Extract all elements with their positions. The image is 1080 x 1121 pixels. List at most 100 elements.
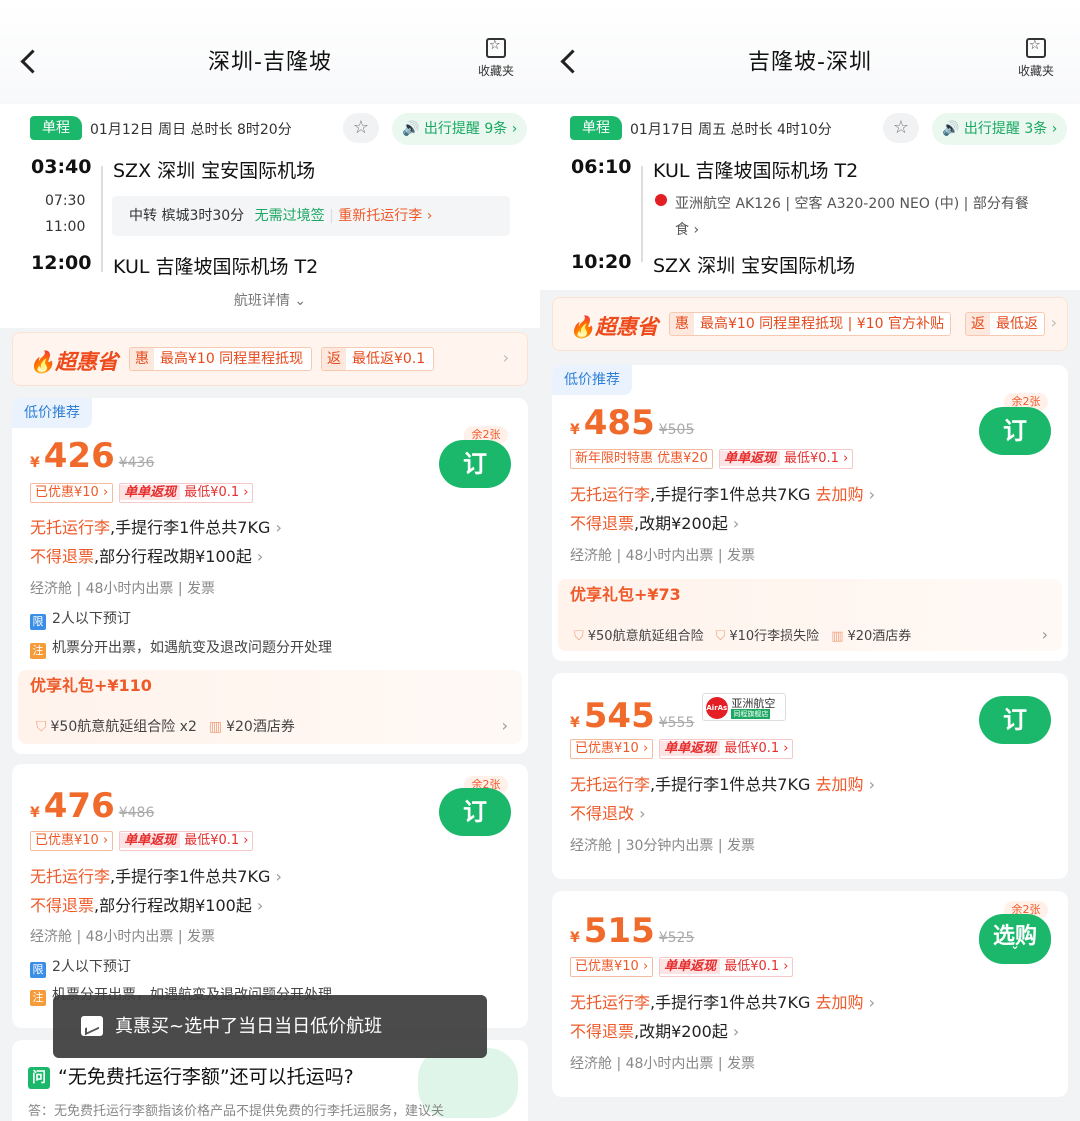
- page-header: 吉隆坡-深圳 收藏夹: [540, 0, 1080, 110]
- baggage-info[interactable]: 无托运行李,手提行李1件总共7KG 去加购 ›: [570, 481, 875, 505]
- fare-card-485[interactable]: 低价推荐 ¥485 ¥505 余2张 订 新年限时特惠 优惠¥20 单单返现 最低¥0…: [552, 365, 1068, 661]
- toast-text: 真惠买~选中了当日当日低价航班: [115, 1016, 383, 1037]
- book-button[interactable]: 订: [439, 788, 511, 836]
- baggage-info[interactable]: 无托运行李,手提行李1件总共7KG ›: [30, 514, 282, 538]
- fare-price: ¥515 ¥525: [570, 911, 695, 951]
- book-button[interactable]: 订: [979, 696, 1051, 744]
- shield-icon: ⛉: [36, 719, 47, 735]
- bookmark-icon: [486, 38, 506, 58]
- transfer-depart-time: 11:00: [45, 219, 86, 235]
- chevron-right-icon: ›: [1041, 625, 1048, 644]
- arrival-airport: KUL 吉隆坡国际机场 T2: [113, 256, 319, 278]
- fare-price: ¥426 ¥436: [30, 436, 155, 476]
- refund-info[interactable]: 不得退改 ›: [570, 800, 646, 824]
- trip-date-duration: 01月12日 周日 总时长 8时20分: [90, 122, 292, 138]
- cabin-info: 经济舱 | 48小时内出票 | 发票: [570, 548, 756, 564]
- timeline: [641, 166, 643, 262]
- departure-time: 06:10: [571, 156, 632, 178]
- promo-row: 已优惠¥10 › 单单返现 最低¥0.1 ›: [570, 957, 794, 979]
- page-header: 深圳-吉隆坡 收藏夹: [0, 0, 540, 110]
- cashback-chip: 返最低返¥0.1: [321, 347, 435, 371]
- fare-card-545[interactable]: ¥545 ¥555 AirAsia 亚洲航空 同程旗舰店 订 已优惠¥10 › 单单返现最…: [552, 673, 1068, 879]
- refund-info[interactable]: 不得退票,改期¥200起 ›: [570, 510, 739, 534]
- baggage-info[interactable]: 无托运行李,手提行李1件总共7KG 去加购 ›: [570, 771, 875, 795]
- super-saver-banner[interactable]: 🔥超惠省 惠最高¥10 同程里程抵现 | ¥10 官方补贴 返最低返 ›: [552, 297, 1068, 351]
- hotel-icon: ▥: [831, 629, 844, 644]
- cabin-info: 经济舱 | 48小时内出票 | 发票: [570, 1056, 756, 1072]
- favorites-label: 收藏夹: [1017, 64, 1054, 78]
- airline-store-badge: AirAsia 亚洲航空 同程旗舰店: [702, 693, 787, 721]
- gift-package[interactable]: 优享礼包+¥110 ⛉ ¥50航意航延组合险 x2 ▥ ¥20酒店券 ›: [18, 670, 522, 744]
- select-purchase-button[interactable]: 选购 ⌄: [979, 914, 1051, 964]
- faq-question: 问 “无免费托运行李额”还可以托运吗?: [28, 1062, 354, 1089]
- shield-icon: ⛉: [574, 629, 584, 644]
- promo-row: 已优惠¥10 › 单单返现 最低¥0.1 ›: [30, 831, 254, 853]
- promo-row: 已优惠¥10 › 单单返现 最低¥0.1 ›: [570, 739, 794, 761]
- arrival-airport: SZX 深圳 宝安国际机场: [653, 255, 856, 277]
- book-button[interactable]: 订: [439, 440, 511, 488]
- page-title: 深圳-吉隆坡: [208, 50, 332, 75]
- star-icon[interactable]: ☆: [343, 113, 379, 143]
- super-saver-logo: 🔥超惠省: [29, 350, 119, 374]
- bookmark-icon: [1026, 38, 1046, 58]
- refund-info[interactable]: 不得退票,部分行程改期¥100起 ›: [30, 892, 263, 916]
- promo-row: 已优惠¥10 › 单单返现 最低¥0.1 ›: [30, 483, 254, 505]
- return-flight-screen: 吉隆坡-深圳 收藏夹 单程 01月17日 周五 总时长 4时10分 ☆ 🔊 出行…: [540, 0, 1080, 1121]
- page-title: 吉隆坡-深圳: [748, 50, 872, 75]
- fare-price: ¥476 ¥486: [30, 786, 155, 826]
- airasia-logo-icon: [655, 194, 667, 206]
- transfer-visa: 无需过境签: [254, 208, 325, 224]
- faq-answer: 答：无免费托运行李额指该价格产品不提供免费的行李托运服务，建议关: [28, 1104, 445, 1119]
- gift-items: ⛉ ¥50航意航延组合险 x2 ▥ ¥20酒店券: [36, 719, 295, 735]
- star-icon[interactable]: ☆: [883, 113, 919, 143]
- hotel-icon: ▥: [208, 719, 223, 735]
- travel-reminder-label: 出行提醒 3条: [963, 121, 1048, 137]
- fare-card-515[interactable]: ¥515 ¥525 余2张 选购 ⌄ 已优惠¥10 › 单单返现 最低¥0.1 › 无托…: [552, 891, 1068, 1097]
- timeline: [101, 166, 103, 272]
- cabin-info: 经济舱 | 30分钟内出票 | 发票: [570, 838, 756, 854]
- transfer-baggage: 重新托运行李: [338, 208, 423, 224]
- fare-card-476[interactable]: ¥476 ¥486 余2张 订 已优惠¥10 › 单单返现 最低¥0.1 › 无托运行…: [12, 764, 528, 1028]
- trip-date-duration: 01月17日 周五 总时长 4时10分: [630, 122, 832, 138]
- chart-icon: [81, 1016, 103, 1036]
- trip-type-badge: 单程: [570, 116, 622, 140]
- flight-detail-link[interactable]: 航班详情 ⌄: [0, 290, 540, 310]
- favorites-label: 收藏夹: [477, 64, 514, 78]
- gift-items: ⛉ ¥50航意航延组合险 ⛉ ¥10行李损失险 ▥ ¥20酒店券: [574, 629, 912, 644]
- arrival-time: 10:20: [571, 251, 632, 273]
- low-price-tag: 低价推荐: [552, 365, 632, 395]
- gift-package[interactable]: 优享礼包+¥73 ⛉ ¥50航意航延组合险 ⛉ ¥10行李损失险 ▥ ¥20酒店券 ›: [558, 579, 1062, 651]
- arrival-time: 12:00: [31, 252, 92, 274]
- flight-detail-label: 航班详情: [233, 293, 290, 309]
- gift-title: 优享礼包+¥110: [30, 676, 152, 695]
- favorites-button[interactable]: 收藏夹: [466, 38, 526, 79]
- transfer-arrive-time: 07:30: [45, 193, 86, 209]
- travel-reminder-button[interactable]: 🔊 出行提醒 3条 ›: [932, 113, 1068, 145]
- departure-time: 03:40: [31, 156, 92, 178]
- outbound-flight-screen: 深圳-吉隆坡 收藏夹 单程 01月12日 周日 总时长 8时20分 ☆ 🔊 出行…: [0, 0, 540, 1121]
- toast-message: 真惠买~选中了当日当日低价航班: [53, 995, 487, 1058]
- booking-limit: 限 2人以下预订: [30, 956, 131, 978]
- gift-title: 优享礼包+¥73: [570, 585, 681, 604]
- fare-card-426[interactable]: 低价推荐 ¥426 ¥436 余2张 订 已优惠¥10 › 单单返现 最低¥0.1 ›…: [12, 398, 528, 754]
- transfer-city: 中转 槟城3时30分: [129, 208, 245, 224]
- book-button[interactable]: 订: [979, 407, 1051, 455]
- mileage-chip: 惠最高¥10 同程里程抵现 | ¥10 官方补贴: [669, 312, 951, 336]
- baggage-info[interactable]: 无托运行李,手提行李1件总共7KG ›: [30, 863, 282, 887]
- travel-reminder-label: 出行提醒 9条: [423, 121, 508, 137]
- super-saver-banner[interactable]: 🔥超惠省 惠最高¥10 同程里程抵现 返最低返¥0.1 ›: [12, 332, 528, 386]
- transfer-info[interactable]: 中转 槟城3时30分 无需过境签 | 重新托运行李 ›: [112, 196, 510, 236]
- cabin-info: 经济舱 | 48小时内出票 | 发票: [30, 581, 216, 597]
- favorites-button[interactable]: 收藏夹: [1006, 38, 1066, 79]
- travel-reminder-button[interactable]: 🔊 出行提醒 9条 ›: [392, 113, 528, 145]
- flight-info-cont[interactable]: 食 ›: [675, 219, 699, 239]
- departure-airport: SZX 深圳 宝安国际机场: [113, 160, 316, 182]
- low-price-tag: 低价推荐: [12, 398, 92, 428]
- refund-info[interactable]: 不得退票,部分行程改期¥100起 ›: [30, 543, 263, 567]
- cashback-chip: 返最低返: [965, 312, 1045, 336]
- fare-price: ¥545 ¥555 AirAsia 亚洲航空 同程旗舰店: [570, 693, 787, 736]
- chevron-right-icon: ›: [502, 348, 509, 367]
- baggage-info[interactable]: 无托运行李,手提行李1件总共7KG 去加购 ›: [570, 989, 875, 1013]
- refund-info[interactable]: 不得退票,改期¥200起 ›: [570, 1018, 739, 1042]
- cabin-info: 经济舱 | 48小时内出票 | 发票: [30, 929, 216, 945]
